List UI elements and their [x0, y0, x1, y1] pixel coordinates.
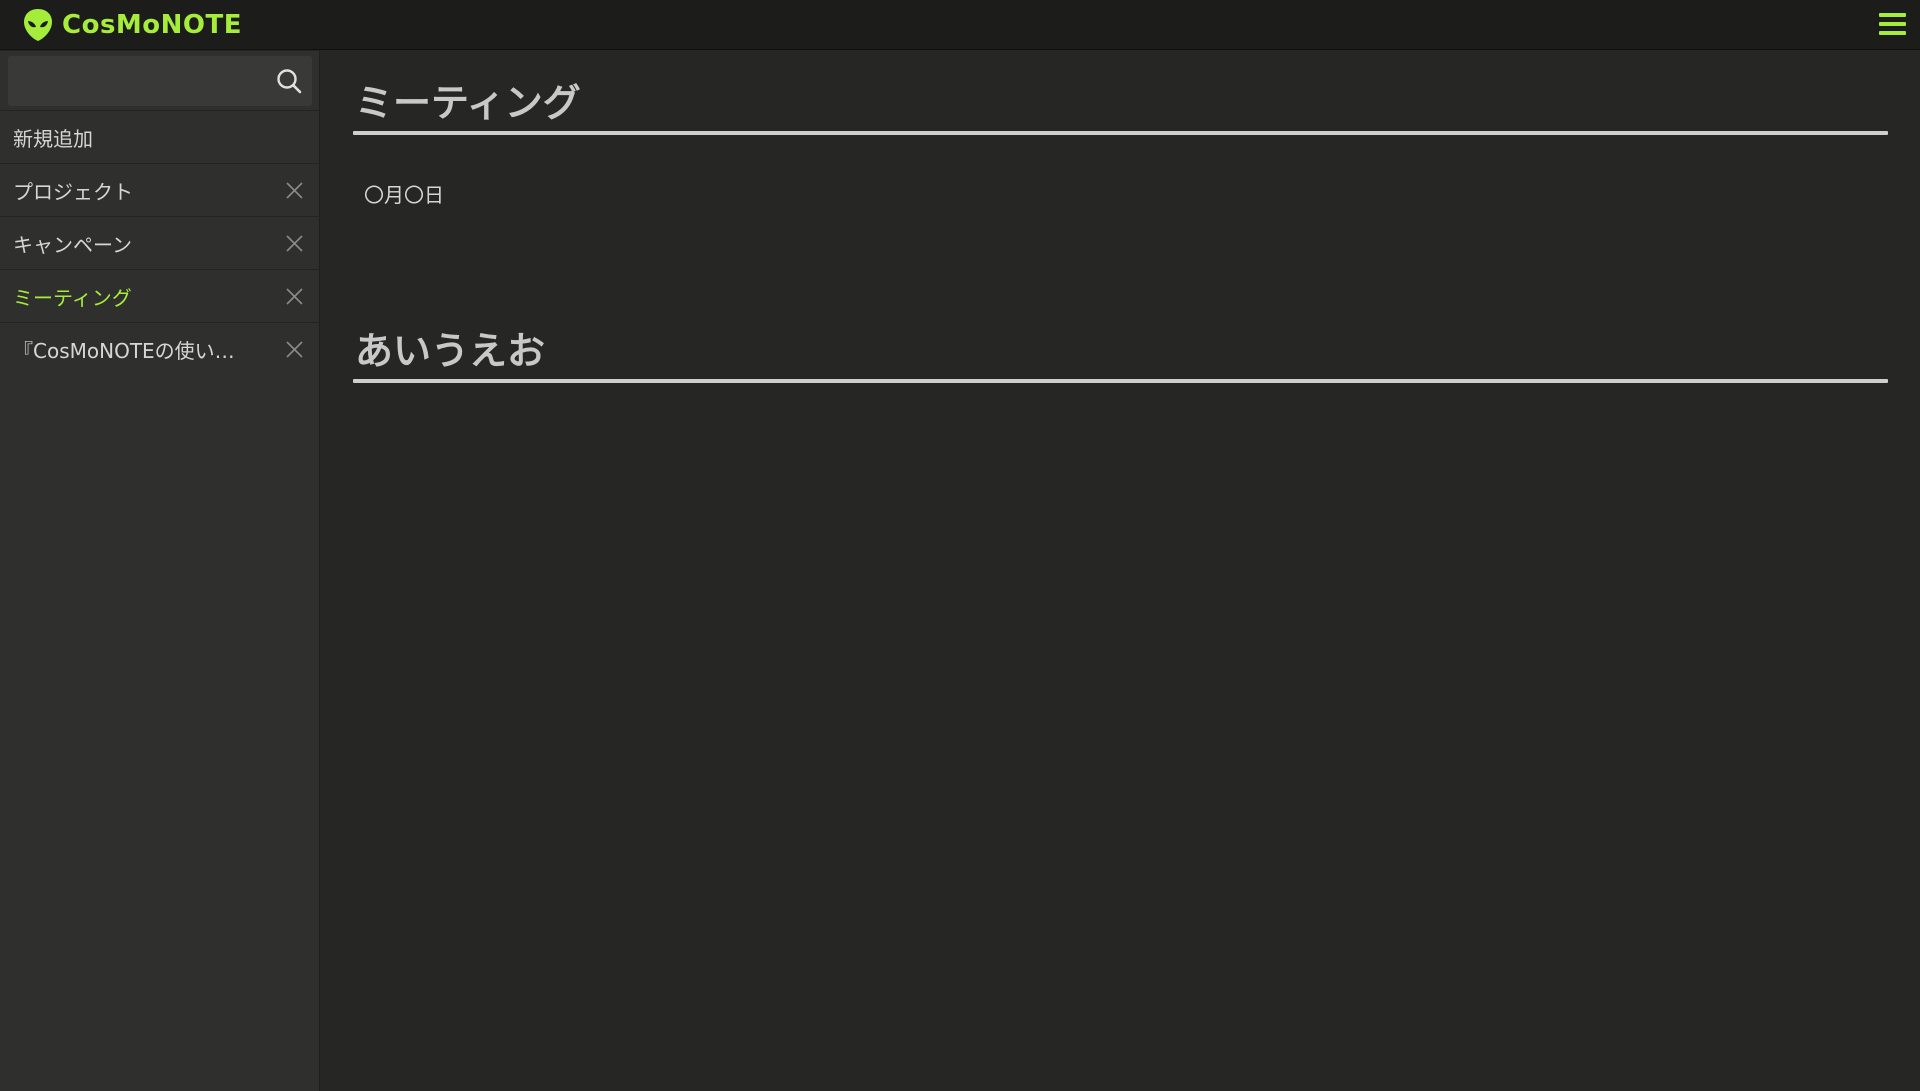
app-header: CosMoNOTE [0, 0, 1920, 50]
section-body-text[interactable]: 〇月〇日 [353, 179, 1888, 208]
heading-divider [353, 379, 1888, 383]
note-item-meeting[interactable]: ミーティング [0, 269, 320, 322]
note-list: 新規追加 プロジェクト キャンペーン ミーティング 『CosMoNOTEの使い… [0, 110, 320, 375]
add-new-note-button[interactable]: 新規追加 [0, 110, 320, 163]
section-heading[interactable]: あいうえお [353, 323, 1888, 379]
sidebar: 新規追加 プロジェクト キャンペーン ミーティング 『CosMoNOTEの使い… [0, 51, 320, 1091]
hamburger-menu-icon[interactable] [1878, 9, 1908, 39]
search-icon[interactable] [276, 68, 302, 94]
nav-item-label: 『CosMoNOTEの使い… [13, 338, 235, 363]
note-content: ミーティング 〇月〇日 あいうえお [321, 51, 1920, 1091]
brand-name: CosMoNOTE [62, 10, 243, 40]
alien-icon [24, 9, 52, 41]
note-item-campaign[interactable]: キャンペーン [0, 216, 320, 269]
note-section: ミーティング 〇月〇日 [353, 75, 1888, 208]
close-icon[interactable] [285, 234, 304, 253]
section-heading[interactable]: ミーティング [353, 75, 1888, 131]
note-section: あいうえお [353, 323, 1888, 383]
nav-item-label: 新規追加 [13, 126, 93, 151]
heading-divider [353, 131, 1888, 135]
close-icon[interactable] [285, 181, 304, 200]
search-input[interactable] [8, 56, 270, 106]
search-box [8, 56, 312, 106]
nav-item-label: プロジェクト [13, 179, 133, 204]
nav-item-label: キャンペーン [13, 232, 132, 257]
close-icon[interactable] [285, 340, 304, 359]
note-item-cosmonote-guide[interactable]: 『CosMoNOTEの使い… [0, 322, 320, 375]
note-item-project[interactable]: プロジェクト [0, 163, 320, 216]
app-logo[interactable]: CosMoNOTE [22, 6, 242, 44]
close-icon[interactable] [285, 287, 304, 306]
nav-item-label: ミーティング [13, 285, 132, 310]
